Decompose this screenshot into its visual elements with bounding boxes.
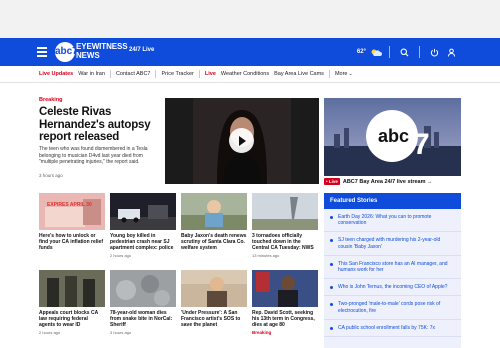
story-thumbnail[interactable] xyxy=(181,193,247,230)
temperature[interactable]: 62° xyxy=(357,49,366,55)
featured-story-link[interactable]: CA public school enrollment falls by 75K… xyxy=(324,320,461,338)
inflation-relief-thumbnail: EXPIRES APRIL 30 xyxy=(39,193,105,230)
story-card[interactable]: 'Under Pressure': A San Francisco artist… xyxy=(181,270,247,329)
featured-story-link[interactable]: Two-pronged 'male-to-male' cords pose ri… xyxy=(324,296,461,320)
menu-icon[interactable] xyxy=(37,47,47,57)
story-title[interactable]: 3 tornadoes officially touched down in t… xyxy=(252,233,318,252)
live-badge: • Live xyxy=(324,178,340,185)
live-stream-player[interactable]: abc 7 xyxy=(324,98,461,176)
story-title[interactable]: Young boy killed in pedestrian crash nea… xyxy=(110,233,176,252)
story-card[interactable]: Baby Jaxon's death renews scrutiny of Sa… xyxy=(181,193,247,252)
header-tools: 62° xyxy=(357,46,460,58)
partly-cloudy-icon[interactable] xyxy=(369,48,383,57)
story-thumbnail[interactable] xyxy=(110,193,176,230)
featured-stories-heading: Featured Stories xyxy=(324,193,461,209)
live-stream-link[interactable]: • Live ABC7 Bay Area 24/7 live stream → xyxy=(324,178,433,185)
featured-story-link[interactable]: Earth Day 2026: What you can to promote … xyxy=(324,209,461,233)
story-timestamp: 2 hours ago xyxy=(39,330,61,336)
story-thumbnail[interactable] xyxy=(252,270,318,307)
story-title[interactable]: 78-year-old woman dies from snake bite i… xyxy=(110,310,176,329)
artist-sos-thumbnail xyxy=(181,270,247,307)
story-card[interactable]: 3 tornadoes officially touched down in t… xyxy=(252,193,318,258)
federal-agents-thumbnail xyxy=(39,270,105,307)
snake-bite-thumbnail xyxy=(110,270,176,307)
search-icon[interactable] xyxy=(400,48,409,57)
story-title[interactable]: Appeals court blocks CA law requiring fe… xyxy=(39,310,105,329)
story-thumbnail[interactable] xyxy=(39,270,105,307)
tornado-thumbnail xyxy=(252,193,318,230)
sub-navigation: Live Updates War in Iran Contact ABC7 Pr… xyxy=(0,66,500,83)
story-timestamp: 13 minutes ago xyxy=(252,253,280,259)
nav-weather-conditions[interactable]: Weather Conditions xyxy=(221,71,269,77)
brand-name[interactable]: EYEWITNESS NEWS xyxy=(76,42,128,60)
nav-war-in-iran[interactable]: War in Iran xyxy=(78,71,105,77)
nav-more-label: More xyxy=(334,71,348,77)
crash-scene-thumbnail xyxy=(110,193,176,230)
abc7-logo[interactable]: abc7 xyxy=(55,42,78,62)
breaking-label: Breaking xyxy=(252,330,272,336)
story-thumbnail[interactable] xyxy=(181,270,247,307)
top-ad-strip xyxy=(0,0,500,38)
story-card[interactable]: Young boy killed in pedestrian crash nea… xyxy=(110,193,176,258)
featured-story-link[interactable]: Who is John Ternus, the incoming CEO of … xyxy=(324,279,461,297)
live-247-link[interactable]: 24/7 Live xyxy=(129,47,154,53)
featured-stories-list: Earth Day 2026: What you can to promote … xyxy=(324,209,461,338)
story-title[interactable]: Here's how to unlock or find your CA inf… xyxy=(39,233,105,252)
user-icon[interactable] xyxy=(447,48,456,57)
header-divider xyxy=(389,46,390,58)
story-thumbnail[interactable] xyxy=(110,270,176,307)
story-title[interactable]: Baby Jaxon's death renews scrutiny of Sa… xyxy=(181,233,247,252)
story-card[interactable]: 78-year-old woman dies from snake bite i… xyxy=(110,270,176,335)
lead-kicker: Breaking xyxy=(39,97,63,103)
story-thumbnail[interactable] xyxy=(252,193,318,230)
david-scott-thumbnail xyxy=(252,270,318,307)
lead-headline[interactable]: Celeste Rivas Hernandez's autopsy report… xyxy=(39,106,163,144)
baby-jaxon-thumbnail xyxy=(181,193,247,230)
brand-line2: NEWS xyxy=(76,50,100,60)
story-timestamp: 3 hours ago xyxy=(110,330,132,336)
nav-price-tracker[interactable]: Price Tracker xyxy=(161,71,193,77)
play-button[interactable] xyxy=(229,128,254,153)
chevron-down-icon: ⌄ xyxy=(348,71,353,77)
site-header: abc7 EYEWITNESS NEWS 24/7 Live 62° xyxy=(0,38,500,66)
live-stream-caption: ABC7 Bay Area 24/7 live stream → xyxy=(342,178,433,185)
svg-text:7: 7 xyxy=(413,128,430,161)
story-card[interactable]: EXPIRES APRIL 30 Here's how to unlock or… xyxy=(39,193,105,252)
featured-story-link[interactable]: This San Francisco store has an AI manag… xyxy=(324,256,461,280)
nav-live-updates[interactable]: Live Updates xyxy=(39,71,73,77)
nav-divider xyxy=(109,70,111,78)
power-icon[interactable] xyxy=(430,48,439,57)
nav-bay-area-live-cams[interactable]: Bay Area Live Cams xyxy=(274,71,324,77)
svg-text:EXPIRES APRIL 30: EXPIRES APRIL 30 xyxy=(47,202,92,208)
story-title[interactable]: Rep. David Scott, seeking his 13th term … xyxy=(252,310,318,329)
story-card[interactable]: Appeals court blocks CA law requiring fe… xyxy=(39,270,105,335)
nav-contact-abc7[interactable]: Contact ABC7 xyxy=(116,71,151,77)
nav-divider xyxy=(198,70,200,78)
story-thumbnail[interactable]: EXPIRES APRIL 30 xyxy=(39,193,105,230)
lead-video-player[interactable] xyxy=(165,98,319,184)
featured-stories-panel: Featured Stories Earth Day 2026: What yo… xyxy=(324,193,461,348)
story-card[interactable]: Rep. David Scott, seeking his 13th term … xyxy=(252,270,318,335)
svg-text:abc: abc xyxy=(378,126,409,146)
featured-story-link[interactable]: SJ teen charged with murdering his 2-yea… xyxy=(324,232,461,256)
nav-live[interactable]: Live xyxy=(205,71,216,77)
nav-divider xyxy=(328,70,330,78)
live-stream-image: abc 7 xyxy=(324,98,461,176)
lead-timestamp: 3 hours ago xyxy=(39,173,63,178)
lead-summary: The teen who was found dismembered in a … xyxy=(39,146,148,165)
story-title[interactable]: 'Under Pressure': A San Francisco artist… xyxy=(181,310,247,329)
nav-more-menu[interactable]: More⌄ xyxy=(335,71,353,77)
nav-divider xyxy=(155,70,157,78)
story-timestamp: 2 hours ago xyxy=(110,253,132,259)
header-divider xyxy=(419,46,420,58)
